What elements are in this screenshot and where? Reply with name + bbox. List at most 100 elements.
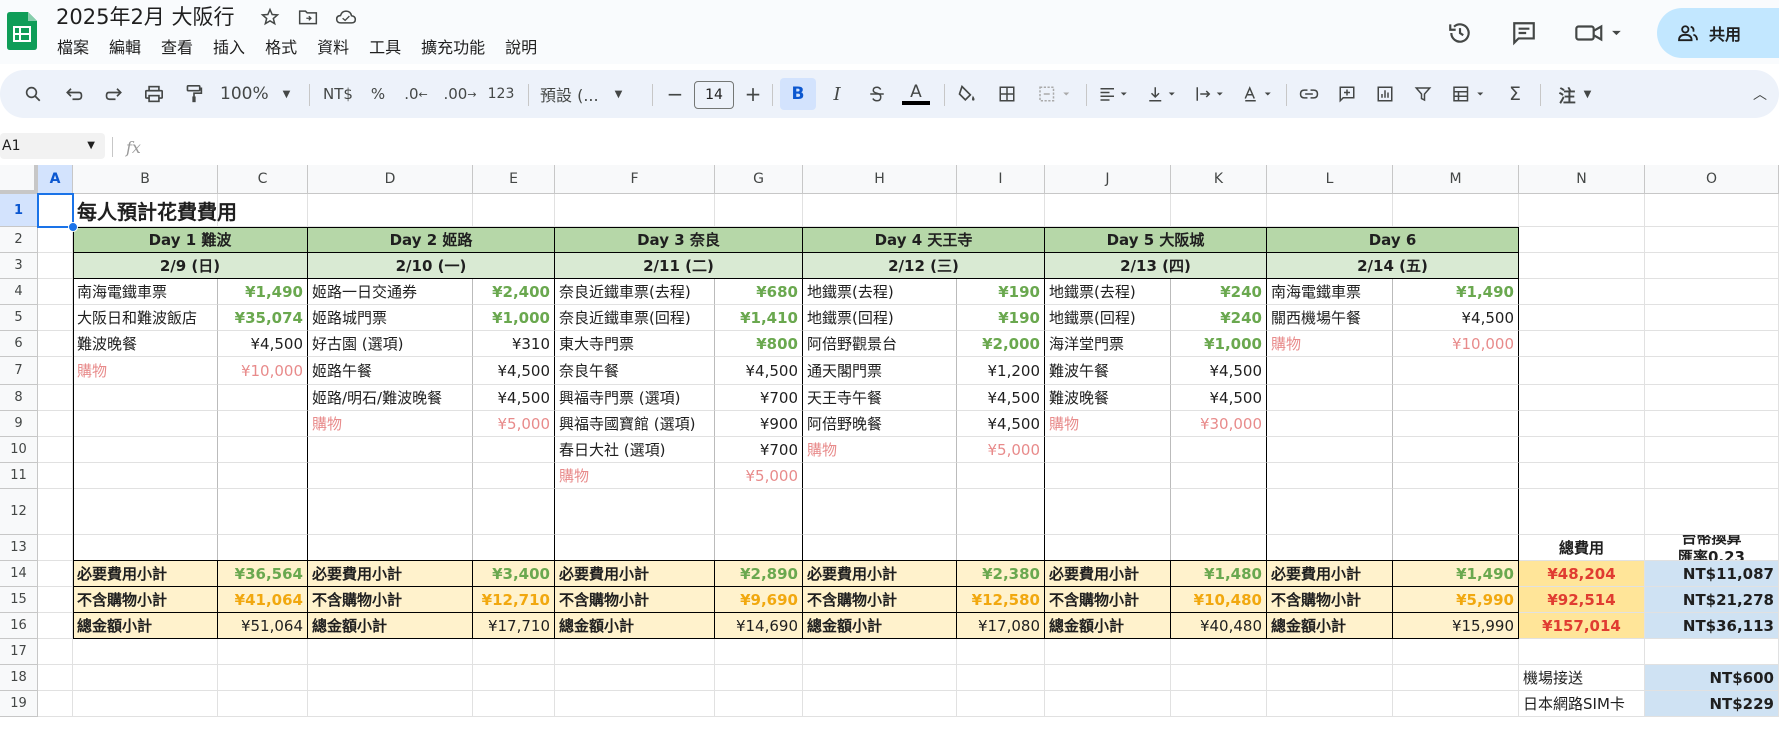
menu-help[interactable]: 說明	[505, 38, 537, 58]
merge-cells-icon[interactable]	[1032, 78, 1078, 110]
cell-empty[interactable]	[1645, 385, 1779, 411]
item-amount[interactable]: ¥4,500	[1171, 385, 1267, 411]
menu-tools[interactable]: 工具	[369, 38, 401, 58]
total-subtotal-value[interactable]: ¥40,480	[1171, 613, 1267, 639]
cell-empty[interactable]	[38, 561, 73, 587]
cell-empty[interactable]	[218, 665, 308, 691]
item-amount[interactable]: ¥900	[715, 411, 803, 437]
functions-icon[interactable]: Σ	[1500, 78, 1530, 110]
cell-empty[interactable]	[1393, 691, 1519, 717]
cell-empty[interactable]	[1645, 227, 1779, 253]
cell-empty[interactable]	[1519, 227, 1645, 253]
cell-empty[interactable]	[1519, 194, 1645, 227]
extra-amount[interactable]: NT$600	[1645, 665, 1779, 691]
cell-empty[interactable]	[1645, 437, 1779, 463]
font-size-input[interactable]: 14	[694, 81, 734, 109]
cell-empty[interactable]	[1645, 639, 1779, 665]
row-header-13[interactable]: 13	[0, 535, 38, 561]
cell-empty[interactable]	[1519, 639, 1645, 665]
cell-empty[interactable]	[38, 305, 73, 331]
cell-empty[interactable]	[1171, 639, 1267, 665]
item-amount[interactable]	[218, 385, 308, 411]
font-family-select[interactable]: 預設 (... ▼	[540, 78, 640, 110]
column-header-a[interactable]: A	[38, 165, 73, 194]
row-header-1[interactable]: 1	[0, 194, 38, 227]
item-label[interactable]	[1267, 489, 1393, 535]
cell-empty[interactable]	[1645, 279, 1779, 305]
collapse-toolbar-icon[interactable]: ︿	[1748, 78, 1772, 110]
cell-empty[interactable]	[38, 691, 73, 717]
menu-extensions[interactable]: 擴充功能	[421, 38, 485, 58]
item-amount[interactable]	[473, 463, 555, 489]
no-shopping-subtotal-value[interactable]: ¥5,990	[1393, 587, 1519, 613]
cell-empty[interactable]	[1171, 194, 1267, 227]
cell-empty[interactable]	[957, 194, 1045, 227]
cell-empty[interactable]	[1519, 305, 1645, 331]
cell-empty[interactable]	[38, 587, 73, 613]
day-date[interactable]: 2/9 (日)	[73, 253, 308, 279]
column-header-c[interactable]: C	[218, 165, 308, 194]
item-label[interactable]: 南海電鐵車票	[1267, 279, 1393, 305]
text-rotation-icon[interactable]	[1238, 78, 1278, 110]
item-label[interactable]: 購物	[1045, 411, 1171, 437]
item-label[interactable]: 姬路/明石/難波晚餐	[308, 385, 473, 411]
day-header[interactable]: Day 4 天王寺	[803, 227, 1045, 253]
item-label[interactable]	[1045, 437, 1171, 463]
cell-empty[interactable]	[473, 639, 555, 665]
cell-empty[interactable]	[1645, 489, 1779, 535]
item-label[interactable]	[308, 437, 473, 463]
cell-empty[interactable]	[1519, 489, 1645, 535]
twd-value[interactable]: NT$11,087	[1645, 561, 1779, 587]
borders-icon[interactable]	[992, 78, 1022, 110]
item-label[interactable]	[1045, 463, 1171, 489]
item-label[interactable]	[1267, 385, 1393, 411]
move-folder-icon[interactable]	[296, 6, 320, 28]
no-shopping-subtotal-label[interactable]: 不含購物小計	[803, 587, 957, 613]
day-date[interactable]: 2/12 (三)	[803, 253, 1045, 279]
item-label[interactable]: 購物	[308, 411, 473, 437]
extra-amount[interactable]: NT$229	[1645, 691, 1779, 717]
required-subtotal-label[interactable]: 必要費用小計	[73, 561, 218, 587]
item-label[interactable]: 通天閣門票	[803, 357, 957, 385]
item-label[interactable]	[1267, 357, 1393, 385]
item-amount[interactable]	[473, 535, 555, 561]
item-amount[interactable]: ¥240	[1171, 279, 1267, 305]
cell-empty[interactable]	[1045, 194, 1171, 227]
cell-empty[interactable]	[38, 665, 73, 691]
item-amount[interactable]	[1393, 437, 1519, 463]
item-amount[interactable]	[218, 489, 308, 535]
sheets-logo-icon[interactable]	[7, 12, 37, 50]
item-amount[interactable]: ¥5,000	[957, 437, 1045, 463]
item-amount[interactable]: ¥10,000	[1393, 331, 1519, 357]
item-label[interactable]	[803, 535, 957, 561]
cell-empty[interactable]	[38, 411, 73, 437]
total-subtotal-label[interactable]: 總金額小計	[1045, 613, 1171, 639]
cell-empty[interactable]	[1519, 357, 1645, 385]
cell-empty[interactable]	[218, 691, 308, 717]
item-label[interactable]: 購物	[803, 437, 957, 463]
row-header-4[interactable]: 4	[0, 279, 38, 305]
item-amount[interactable]	[715, 489, 803, 535]
increase-decimal-button[interactable]: .00 →	[442, 78, 478, 110]
total-subtotal-value[interactable]: ¥14,690	[715, 613, 803, 639]
item-amount[interactable]: ¥10,000	[218, 357, 308, 385]
item-label[interactable]	[308, 535, 473, 561]
item-amount[interactable]	[1393, 535, 1519, 561]
cell-empty[interactable]	[1645, 194, 1779, 227]
document-title[interactable]: 2025年2月 大阪行	[56, 4, 234, 30]
item-label[interactable]: 地鐵票(回程)	[803, 305, 957, 331]
item-amount[interactable]	[1171, 463, 1267, 489]
cell-empty[interactable]	[1045, 639, 1171, 665]
currency-format-button[interactable]: NT$	[320, 78, 356, 110]
cell-empty[interactable]	[38, 253, 73, 279]
filter-icon[interactable]	[1408, 78, 1438, 110]
twd-value[interactable]: NT$21,278	[1645, 587, 1779, 613]
cell-empty[interactable]	[715, 665, 803, 691]
cell-empty[interactable]	[1171, 665, 1267, 691]
cell-empty[interactable]	[803, 639, 957, 665]
fill-handle[interactable]	[68, 222, 78, 232]
cell-empty[interactable]	[1519, 437, 1645, 463]
strikethrough-icon[interactable]	[862, 78, 892, 110]
input-tools-button[interactable]: 注 ▼	[1552, 78, 1598, 110]
item-label[interactable]: 海洋堂門票	[1045, 331, 1171, 357]
